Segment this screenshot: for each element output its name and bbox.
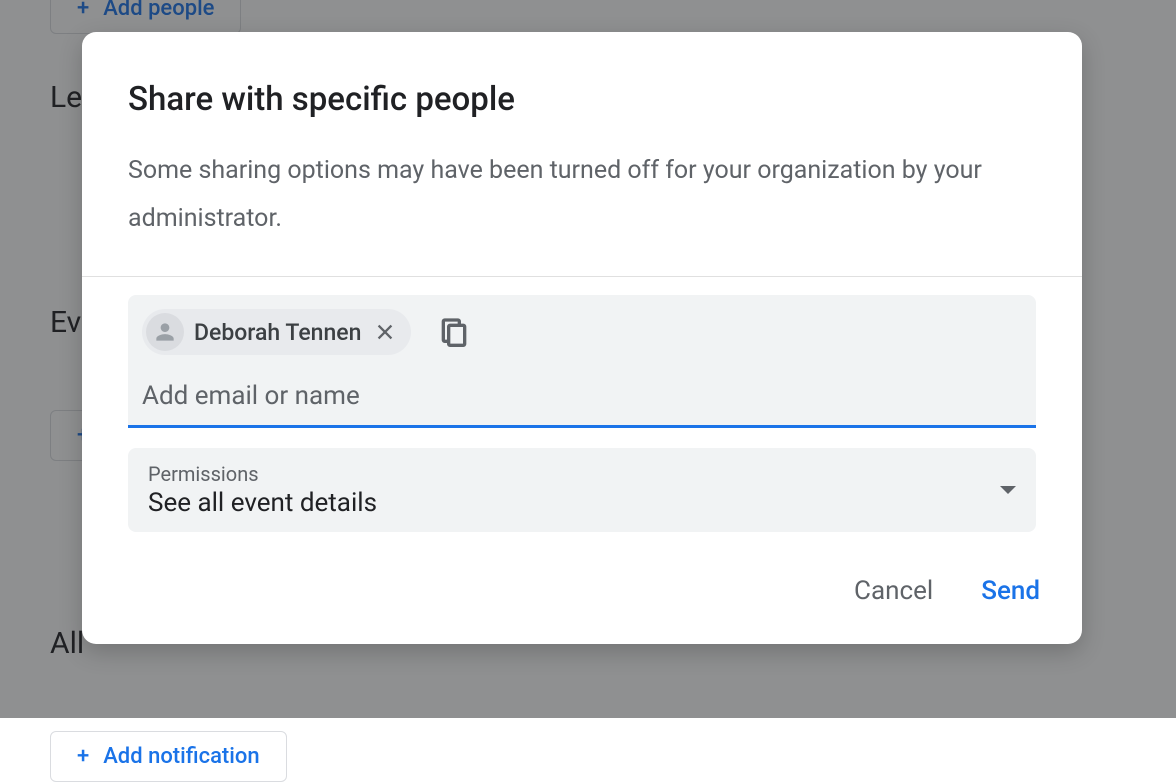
modal-body: Deborah Tennen Permissions See all eve — [82, 277, 1082, 532]
cancel-button[interactable]: Cancel — [854, 576, 933, 606]
chevron-down-icon — [1000, 486, 1016, 494]
close-icon — [374, 321, 396, 343]
modal-subtitle: Some sharing options may have been turne… — [128, 147, 1036, 242]
copy-button[interactable] — [435, 313, 473, 351]
plus-icon: + — [77, 744, 89, 769]
chip-row: Deborah Tennen — [142, 309, 1022, 355]
chip-name: Deborah Tennen — [194, 319, 361, 346]
person-icon — [146, 313, 184, 351]
share-modal: Share with specific people Some sharing … — [82, 32, 1082, 644]
send-button[interactable]: Send — [981, 576, 1040, 606]
modal-header: Share with specific people Some sharing … — [82, 32, 1082, 276]
copy-icon — [438, 316, 470, 348]
permissions-text: Permissions See all event details — [148, 462, 377, 518]
modal-footer: Cancel Send — [82, 532, 1082, 644]
permissions-value: See all event details — [148, 488, 377, 518]
add-notification-button[interactable]: + Add notification — [50, 731, 287, 782]
people-input-container: Deborah Tennen — [128, 295, 1036, 428]
person-chip[interactable]: Deborah Tennen — [142, 309, 411, 355]
permissions-dropdown[interactable]: Permissions See all event details — [128, 448, 1036, 532]
modal-title: Share with specific people — [128, 80, 1036, 119]
email-input[interactable] — [142, 377, 1022, 415]
chip-remove-button[interactable] — [371, 318, 399, 346]
permissions-label: Permissions — [148, 462, 377, 486]
add-notification-label: Add notification — [103, 744, 259, 769]
